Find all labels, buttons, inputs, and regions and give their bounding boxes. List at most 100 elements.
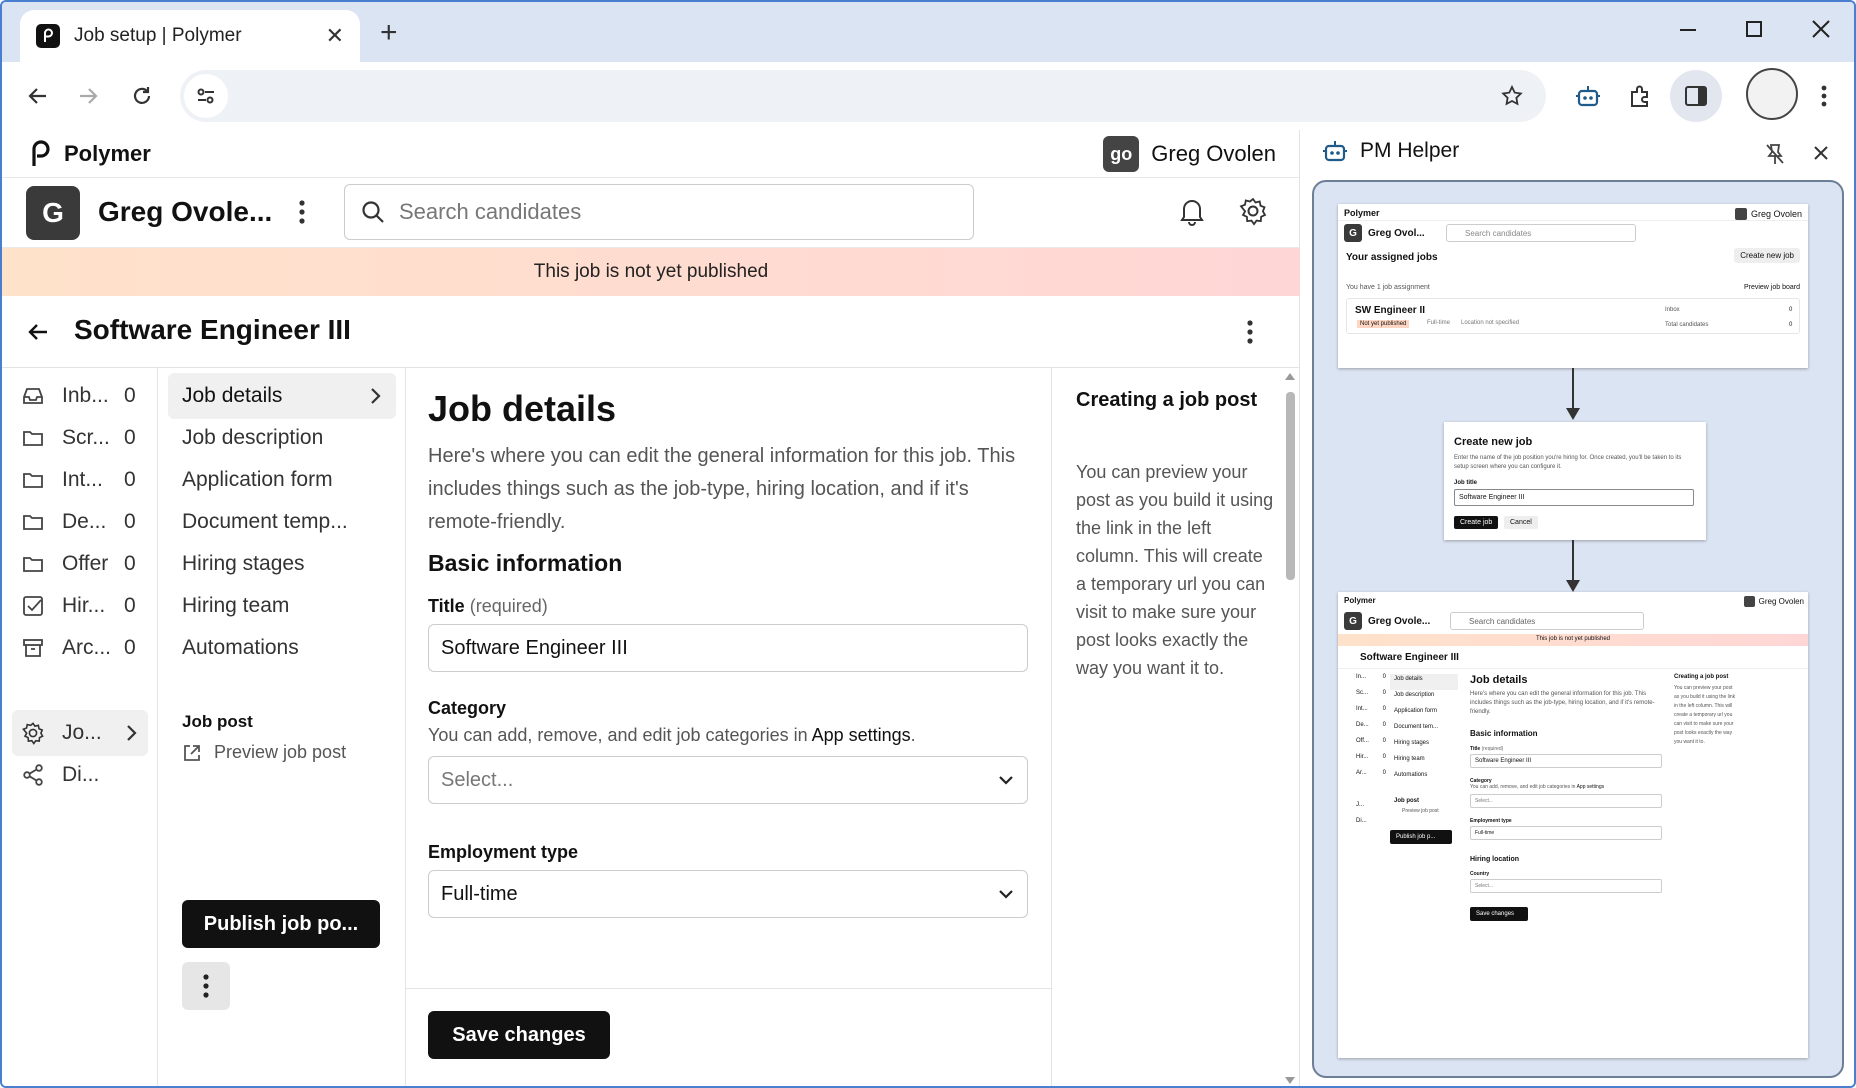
org-name[interactable]: Greg Ovole... — [98, 196, 272, 228]
nav-count: 0 — [124, 552, 136, 575]
forward-icon[interactable] — [70, 78, 106, 114]
mini-nav-item: In... 0 — [1346, 674, 1386, 690]
bookmark-star-icon[interactable] — [1498, 82, 1526, 110]
side-panel-icon[interactable] — [1670, 70, 1722, 122]
maximize-icon[interactable] — [1744, 16, 1764, 40]
browser-window: Job setup | Polymer ✕ + Polymer go Greg … — [0, 0, 1856, 1088]
mini-user-name: Greg Ovolen — [1758, 597, 1804, 606]
mini-job-type: Full-time — [1427, 320, 1451, 326]
setup-item-hiring-team[interactable]: Hiring team — [168, 583, 396, 629]
title-input[interactable]: Software Engineer III — [428, 624, 1028, 672]
search-input[interactable]: Search candidates — [344, 184, 974, 240]
nav-label: Inb... — [62, 384, 109, 407]
mini-required-hint: (required) — [1481, 746, 1504, 752]
nav-item-job-setup[interactable]: Jo... — [12, 710, 148, 756]
mini-user-name: Greg Ovolen — [1750, 209, 1802, 219]
preview-label: Preview job post — [214, 742, 347, 762]
mini-nav-item: Sc... 0 — [1346, 690, 1386, 706]
user-avatar: go — [1103, 136, 1140, 172]
setup-item-application-form[interactable]: Application form — [168, 457, 396, 503]
close-window-icon[interactable] — [1810, 16, 1832, 40]
workflow-diagram: Polymer Greg Ovolen G Greg Ovol... Searc… — [1312, 180, 1844, 1078]
mini-job-card: SW Engineer II Not yet published Full-ti… — [1346, 298, 1800, 334]
org-menu-icon[interactable] — [298, 198, 306, 226]
close-panel-icon[interactable] — [1812, 144, 1830, 162]
mini-heading: Job details — [1470, 674, 1528, 686]
nav-count: 0 — [124, 594, 136, 617]
more-options-button[interactable] — [182, 962, 230, 1010]
employment-type-select[interactable]: Full-time — [428, 870, 1028, 918]
minimize-icon[interactable] — [1678, 16, 1698, 40]
diagram-arrowhead — [1566, 408, 1580, 420]
back-arrow-icon[interactable] — [26, 320, 50, 344]
mini-title-input: Software Engineer III — [1470, 754, 1662, 768]
address-bar[interactable] — [180, 70, 1546, 122]
mini-mid-item: Document tem... — [1394, 724, 1439, 730]
mini-total-count: 0 — [1789, 322, 1793, 328]
category-help: You can add, remove, and edit job catego… — [428, 725, 916, 746]
mini-org-avatar: G — [1344, 612, 1362, 630]
browser-tab[interactable]: Job setup | Polymer ✕ — [20, 10, 360, 62]
nav-label: Hir... — [62, 594, 106, 617]
share-icon — [12, 763, 54, 787]
nav-label: Arc... — [62, 636, 112, 659]
mini-total-label: Total candidates — [1665, 322, 1709, 328]
preview-job-post-link[interactable]: Preview job post — [182, 742, 346, 763]
org-avatar[interactable]: G — [26, 186, 80, 240]
app-settings-link[interactable]: App settings — [812, 725, 911, 745]
nav-item-inbox[interactable]: Inb... 0 — [12, 373, 148, 419]
nav-item-offer[interactable]: Offer 0 — [12, 541, 148, 587]
setup-item-job-details[interactable]: Job details — [168, 373, 396, 419]
robot-extension-icon[interactable] — [1568, 76, 1608, 116]
employment-type-label: Employment type — [428, 842, 579, 862]
new-tab-button[interactable]: + — [380, 16, 398, 50]
chevron-right-icon — [368, 386, 396, 406]
back-icon[interactable] — [20, 78, 56, 114]
extensions-puzzle-icon[interactable] — [1620, 76, 1660, 116]
mini-org-name: Greg Ovole... — [1368, 616, 1431, 627]
job-menu-icon[interactable] — [1246, 318, 1254, 346]
mini-avatar — [1743, 596, 1755, 607]
user-menu[interactable]: go Greg Ovolen — [1103, 136, 1276, 172]
reload-icon[interactable] — [124, 78, 160, 114]
close-tab-icon[interactable]: ✕ — [326, 23, 344, 49]
nav-item-archived[interactable]: Arc... 0 — [12, 625, 148, 671]
helper-header: PM Helper — [1322, 138, 1459, 164]
browser-menu-icon[interactable] — [1812, 76, 1836, 116]
nav-label: Di... — [62, 763, 100, 786]
setup-item-hiring-stages[interactable]: Hiring stages — [168, 541, 396, 587]
setup-item-automations[interactable]: Automations — [168, 625, 396, 671]
publish-job-post-button[interactable]: Publish job po... — [182, 900, 380, 948]
tab-title: Job setup | Polymer — [74, 25, 242, 46]
mini-nav-label: Ar... — [1356, 770, 1367, 776]
required-hint: (required) — [469, 596, 548, 616]
settings-gear-icon[interactable] — [1238, 196, 1268, 226]
diagram-arrow — [1572, 368, 1574, 410]
unpin-icon[interactable] — [1764, 142, 1786, 166]
mini-nav-item: J... — [1356, 802, 1365, 808]
setup-item-job-description[interactable]: Job description — [168, 415, 396, 461]
nav-item-screening[interactable]: Scr... 0 — [12, 415, 148, 461]
nav-item-decide[interactable]: De... 0 — [12, 499, 148, 545]
folder-icon — [12, 552, 54, 576]
save-changes-button[interactable]: Save changes — [428, 1011, 610, 1059]
category-select[interactable]: Select... — [428, 756, 1028, 804]
setup-item-document-templates[interactable]: Document temp... — [168, 499, 396, 545]
polymer-brand[interactable]: Polymer — [28, 140, 151, 168]
site-settings-icon[interactable] — [184, 74, 228, 118]
mini-mid-item: Application form — [1394, 708, 1438, 714]
mini-nav-count: 0 — [1382, 754, 1386, 760]
nav-item-hired[interactable]: Hir... 0 — [12, 583, 148, 629]
scrollbar[interactable] — [1282, 368, 1298, 1086]
nav-item-interview[interactable]: Int... 0 — [12, 457, 148, 503]
nav-label: Offer — [62, 552, 109, 575]
nav-count: 0 — [124, 468, 136, 491]
job-post-heading: Job post — [182, 712, 253, 731]
helper-title: PM Helper — [1360, 139, 1460, 162]
tip-title: Creating a job post — [1076, 389, 1258, 411]
mini-org-avatar: G — [1344, 224, 1362, 242]
nav-item-distribution[interactable]: Di... — [12, 752, 148, 798]
notification-bell-icon[interactable] — [1178, 196, 1206, 226]
pipeline-nav: Inb... 0 Scr... 0 Int... 0 De... 0 Offer — [2, 368, 158, 1086]
profile-avatar-icon[interactable] — [1746, 68, 1798, 120]
